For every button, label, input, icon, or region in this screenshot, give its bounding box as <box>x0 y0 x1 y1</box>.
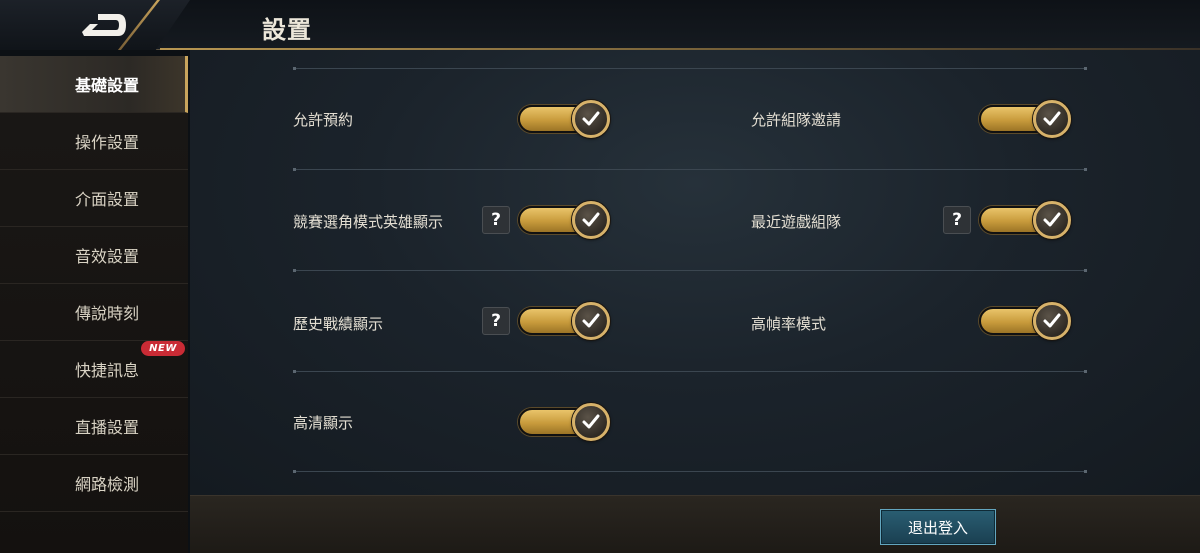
sidebar: 基礎設置 操作設置 介面設置 音效設置 傳說時刻 快捷訊息 NEW 直播設置 網… <box>0 56 188 553</box>
new-badge: NEW <box>141 341 185 356</box>
toggle-hd-display[interactable] <box>518 403 610 441</box>
setting-label: 允許組隊邀請 <box>751 111 842 129</box>
toggle-knob <box>572 201 610 239</box>
divider <box>293 470 1087 473</box>
sidebar-item-control-settings[interactable]: 操作設置 <box>0 113 188 170</box>
help-icon[interactable]: ? <box>482 307 510 335</box>
checkmark-icon <box>582 313 600 328</box>
setting-label: 歷史戰績顯示 <box>293 315 384 333</box>
toggle-high-frame-rate[interactable] <box>979 302 1071 340</box>
sidebar-item-network-test[interactable]: 網路檢測 <box>0 455 188 512</box>
sidebar-item-label: 傳說時刻 <box>75 304 140 323</box>
toggle-recent-team[interactable] <box>979 201 1071 239</box>
setting-label: 最近遊戲組隊 <box>751 213 842 231</box>
toggle-knob <box>1033 201 1071 239</box>
sidebar-item-interface-settings[interactable]: 介面設置 <box>0 170 188 227</box>
page-title: 設置 <box>262 16 312 44</box>
toggle-allow-team-invite[interactable] <box>979 100 1071 138</box>
divider <box>293 168 1087 171</box>
sidebar-item-label: 操作設置 <box>75 133 140 152</box>
checkmark-icon <box>1043 111 1061 126</box>
sidebar-item-label: 網路檢測 <box>75 475 140 494</box>
footer-bar: 退出登入 <box>190 495 1200 553</box>
sidebar-item-quick-messages[interactable]: 快捷訊息 NEW <box>0 341 188 398</box>
top-bar: 設置 <box>0 0 1200 50</box>
setting-label: 競賽選角模式英雄顯示 <box>293 213 444 231</box>
divider <box>293 269 1087 272</box>
logout-button[interactable]: 退出登入 <box>880 509 996 545</box>
checkmark-icon <box>1043 212 1061 227</box>
setting-label: 高幀率模式 <box>751 315 827 333</box>
divider <box>293 67 1087 70</box>
checkmark-icon <box>582 212 600 227</box>
toggle-match-history-display[interactable] <box>518 302 610 340</box>
divider <box>293 370 1087 373</box>
sidebar-item-label: 快捷訊息 <box>75 361 140 380</box>
sidebar-item-label: 音效設置 <box>75 247 140 266</box>
sidebar-item-label: 基礎設置 <box>75 76 140 95</box>
settings-panel: 允許預約 允許組隊邀請 競賽選角模式英雄顯示 ? 最近遊戲組隊 ? 歷史戰績顯示… <box>190 50 1200 495</box>
help-icon[interactable]: ? <box>943 206 971 234</box>
help-icon[interactable]: ? <box>482 206 510 234</box>
sidebar-item-basic-settings[interactable]: 基礎設置 <box>0 56 188 113</box>
toggle-knob <box>572 403 610 441</box>
sidebar-item-label: 直播設置 <box>75 418 140 437</box>
back-arrow-icon <box>82 14 126 36</box>
toggle-knob <box>1033 100 1071 138</box>
sidebar-item-sound-settings[interactable]: 音效設置 <box>0 227 188 284</box>
setting-label: 高清顯示 <box>293 414 354 432</box>
toggle-knob <box>572 100 610 138</box>
setting-label: 允許預約 <box>293 111 354 129</box>
sidebar-item-label: 介面設置 <box>75 190 140 209</box>
checkmark-icon <box>582 414 600 429</box>
toggle-allow-reservation[interactable] <box>518 100 610 138</box>
checkmark-icon <box>1043 313 1061 328</box>
checkmark-icon <box>582 111 600 126</box>
toggle-ranked-pick-hero-display[interactable] <box>518 201 610 239</box>
toggle-knob <box>1033 302 1071 340</box>
back-button[interactable] <box>0 0 190 50</box>
toggle-knob <box>572 302 610 340</box>
sidebar-item-legendary-moments[interactable]: 傳說時刻 <box>0 284 188 341</box>
sidebar-item-stream-settings[interactable]: 直播設置 <box>0 398 188 455</box>
